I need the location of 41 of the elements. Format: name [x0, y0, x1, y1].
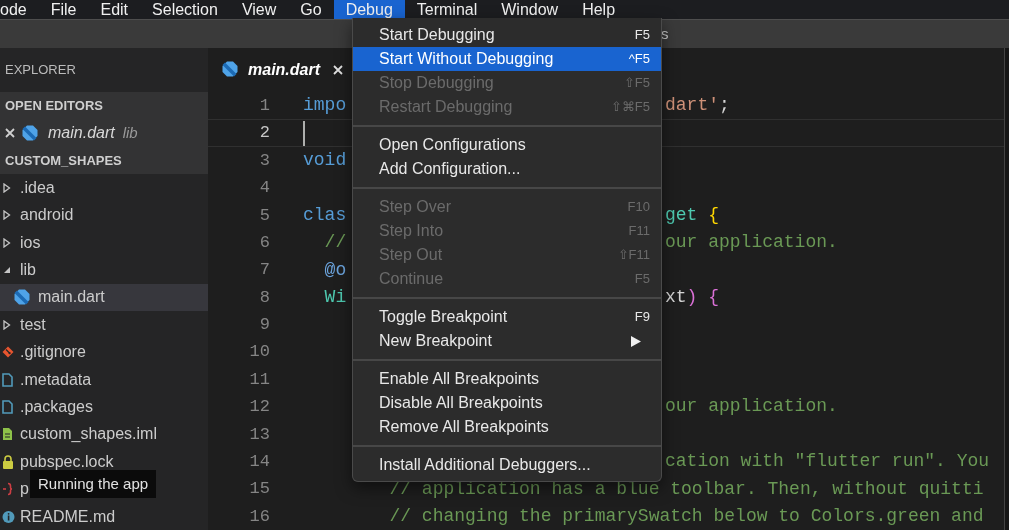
line-number: 9 [258, 314, 270, 337]
code-text: clas [303, 203, 347, 227]
code-text: // [324, 231, 347, 255]
panel-title: EXPLORER [5, 61, 76, 80]
line-number: 16 [248, 505, 270, 528]
line-number: 4 [258, 177, 270, 200]
code-text: void [303, 148, 347, 172]
line-number: 8 [258, 286, 270, 309]
line-number: 13 [248, 423, 270, 446]
line-number: 14 [248, 451, 270, 473]
keyboard-shortcut: F5 [634, 26, 650, 45]
code-text: impo [303, 94, 347, 118]
code-text: @o [324, 258, 347, 282]
line-number: 11 [248, 368, 270, 391]
tooltip: Running the app [30, 470, 157, 498]
keyboard-shortcut: F11 [628, 222, 650, 241]
window-title: s [661, 25, 669, 43]
keyboard-shortcut: F5 [634, 270, 650, 289]
line-number: 7 [258, 259, 270, 282]
code-text: our application. [665, 396, 838, 417]
code-text: our application. [665, 232, 838, 253]
line-number: 2 [258, 122, 270, 145]
line-number: 15 [248, 478, 270, 501]
line-number: 6 [258, 231, 270, 254]
code-text: dart'; [665, 95, 730, 116]
line-number: 10 [248, 341, 270, 364]
code-text: cation with "flutter run". You [665, 451, 990, 472]
code-text: // changing the primarySwatch below to Colors.green and [389, 505, 984, 529]
line-number: 1 [258, 94, 270, 117]
keyboard-shortcut: ⇧⌘F5 [610, 98, 650, 117]
keyboard-shortcut: F9 [634, 308, 650, 327]
keyboard-shortcut: ^F5 [628, 50, 650, 69]
line-number: 3 [258, 149, 270, 172]
line-number: 5 [258, 204, 270, 227]
code-text: Wi [324, 285, 347, 309]
keyboard-shortcut: ⇧F5 [623, 74, 650, 93]
code-text: xt) { [665, 286, 719, 307]
code-text: get { [665, 204, 720, 225]
keyboard-shortcut: ⇧F11 [617, 246, 650, 265]
keyboard-shortcut: F10 [627, 198, 650, 217]
line-number: 12 [248, 396, 270, 419]
